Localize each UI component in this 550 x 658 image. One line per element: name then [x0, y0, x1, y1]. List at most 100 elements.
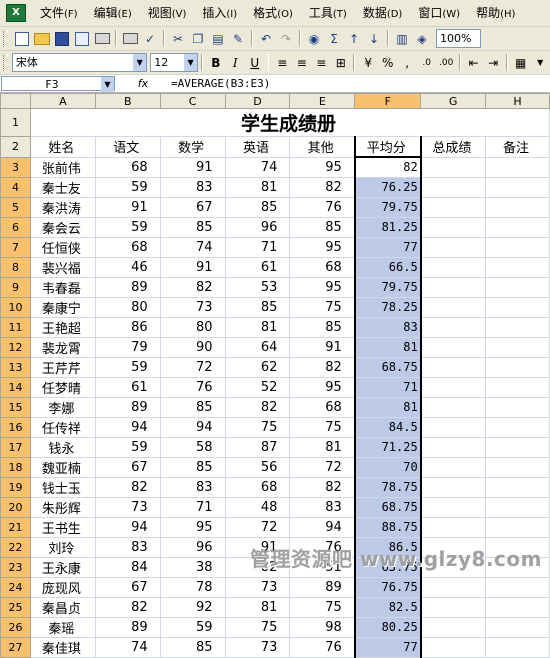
average-cell[interactable]: 78.75 — [353, 476, 422, 498]
remark-cell[interactable] — [485, 316, 550, 338]
remark-cell[interactable] — [485, 356, 550, 378]
total-score-cell[interactable] — [420, 316, 487, 338]
sort-descending-icon[interactable]: ↓ — [365, 30, 383, 48]
average-cell[interactable]: 81.25 — [353, 216, 422, 238]
other-score-cell[interactable]: 91 — [289, 336, 356, 358]
average-cell[interactable]: 80.25 — [353, 616, 422, 638]
hyperlink-icon[interactable]: ◉ — [305, 30, 323, 48]
other-score-cell[interactable]: 82 — [289, 356, 356, 378]
english-score-cell[interactable]: 81 — [224, 596, 291, 618]
average-cell[interactable]: 84.5 — [353, 416, 422, 438]
english-score-cell[interactable]: 68 — [224, 476, 291, 498]
student-name-cell[interactable]: 王永康 — [29, 556, 96, 578]
remark-cell[interactable] — [485, 636, 550, 658]
math-score-cell[interactable]: 83 — [159, 476, 226, 498]
remark-cell[interactable] — [485, 376, 550, 398]
currency-icon[interactable]: ¥ — [359, 54, 377, 72]
chart-wizard-icon[interactable]: ▥ — [393, 30, 411, 48]
column-header[interactable]: A — [29, 93, 96, 109]
name-box[interactable]: F3 ▼ — [1, 76, 115, 92]
other-score-cell[interactable]: 68 — [289, 396, 356, 418]
column-title-cell[interactable]: 其他 — [289, 136, 356, 158]
permission-icon[interactable] — [73, 30, 91, 48]
chevron-down-icon[interactable]: ▼ — [184, 54, 198, 71]
other-score-cell[interactable]: 85 — [289, 216, 356, 238]
zoom-select[interactable]: 100% — [436, 29, 481, 48]
english-score-cell[interactable]: 82 — [224, 396, 291, 418]
other-score-cell[interactable]: 72 — [289, 456, 356, 478]
math-score-cell[interactable]: 96 — [159, 536, 226, 558]
math-score-cell[interactable]: 71 — [159, 496, 226, 518]
cut-icon[interactable]: ✂ — [169, 30, 187, 48]
save-icon[interactable] — [53, 30, 71, 48]
remark-cell[interactable] — [485, 476, 550, 498]
english-score-cell[interactable]: 85 — [224, 196, 291, 218]
other-score-cell[interactable]: 95 — [289, 156, 356, 178]
average-cell[interactable]: 79.75 — [353, 276, 422, 298]
print-preview-icon[interactable] — [121, 30, 139, 48]
student-name-cell[interactable]: 刘玲 — [29, 536, 96, 558]
english-score-cell[interactable]: 75 — [224, 416, 291, 438]
row-header[interactable]: 26 — [0, 616, 31, 638]
print-icon[interactable] — [93, 30, 111, 48]
format-painter-icon[interactable]: ✎ — [229, 30, 247, 48]
chinese-score-cell[interactable]: 68 — [94, 236, 161, 258]
student-name-cell[interactable]: 张前伟 — [29, 156, 96, 178]
remark-cell[interactable] — [485, 396, 550, 418]
remark-cell[interactable] — [485, 176, 550, 198]
chinese-score-cell[interactable]: 74 — [94, 636, 161, 658]
english-score-cell[interactable]: 96 — [224, 216, 291, 238]
student-name-cell[interactable]: 朱彤辉 — [29, 496, 96, 518]
average-cell[interactable]: 77 — [353, 236, 422, 258]
total-score-cell[interactable] — [420, 636, 487, 658]
copy-icon[interactable]: ❐ — [189, 30, 207, 48]
student-name-cell[interactable]: 庞现风 — [29, 576, 96, 598]
decrease-indent-icon[interactable]: ⇤ — [465, 54, 483, 72]
chinese-score-cell[interactable]: 89 — [94, 616, 161, 638]
chinese-score-cell[interactable]: 89 — [94, 396, 161, 418]
student-name-cell[interactable]: 魏亚楠 — [29, 456, 96, 478]
math-score-cell[interactable]: 74 — [159, 236, 226, 258]
row-header[interactable]: 8 — [0, 256, 31, 278]
menu-item[interactable]: 帮助(H) — [468, 2, 523, 24]
english-score-cell[interactable]: 73 — [224, 636, 291, 658]
other-score-cell[interactable]: 95 — [289, 236, 356, 258]
math-score-cell[interactable]: 91 — [159, 156, 226, 178]
row-header[interactable]: 2 — [0, 136, 31, 158]
menu-item[interactable]: 插入(I) — [194, 2, 245, 24]
decrease-decimal-icon[interactable]: .00 — [437, 54, 455, 72]
row-header[interactable]: 20 — [0, 496, 31, 518]
remark-cell[interactable] — [485, 436, 550, 458]
total-score-cell[interactable] — [420, 416, 487, 438]
other-score-cell[interactable]: 83 — [289, 496, 356, 518]
math-score-cell[interactable]: 76 — [159, 376, 226, 398]
row-header[interactable]: 11 — [0, 316, 31, 338]
column-title-cell[interactable]: 备注 — [485, 136, 550, 158]
other-score-cell[interactable]: 75 — [289, 596, 356, 618]
math-score-cell[interactable]: 72 — [159, 356, 226, 378]
chinese-score-cell[interactable]: 83 — [94, 536, 161, 558]
other-score-cell[interactable]: 95 — [289, 276, 356, 298]
student-name-cell[interactable]: 韦春磊 — [29, 276, 96, 298]
math-score-cell[interactable]: 92 — [159, 596, 226, 618]
bold-button[interactable]: B — [207, 54, 225, 72]
chevron-down-icon[interactable]: ▼ — [101, 77, 114, 92]
student-name-cell[interactable]: 秦士友 — [29, 176, 96, 198]
student-name-cell[interactable]: 任传祥 — [29, 416, 96, 438]
student-name-cell[interactable]: 秦瑶 — [29, 616, 96, 638]
chinese-score-cell[interactable]: 80 — [94, 296, 161, 318]
student-name-cell[interactable]: 裴兴福 — [29, 256, 96, 278]
row-header[interactable]: 18 — [0, 456, 31, 478]
remark-cell[interactable] — [485, 596, 550, 618]
student-name-cell[interactable]: 秦会云 — [29, 216, 96, 238]
column-title-cell[interactable]: 数学 — [159, 136, 226, 158]
math-score-cell[interactable]: 91 — [159, 256, 226, 278]
total-score-cell[interactable] — [420, 216, 487, 238]
chinese-score-cell[interactable]: 94 — [94, 416, 161, 438]
chinese-score-cell[interactable]: 67 — [94, 576, 161, 598]
other-score-cell[interactable]: 95 — [289, 376, 356, 398]
remark-cell[interactable] — [485, 276, 550, 298]
math-score-cell[interactable]: 85 — [159, 456, 226, 478]
formula-input[interactable]: =AVERAGE(B3:E3) — [171, 77, 270, 90]
student-name-cell[interactable]: 秦昌贞 — [29, 596, 96, 618]
